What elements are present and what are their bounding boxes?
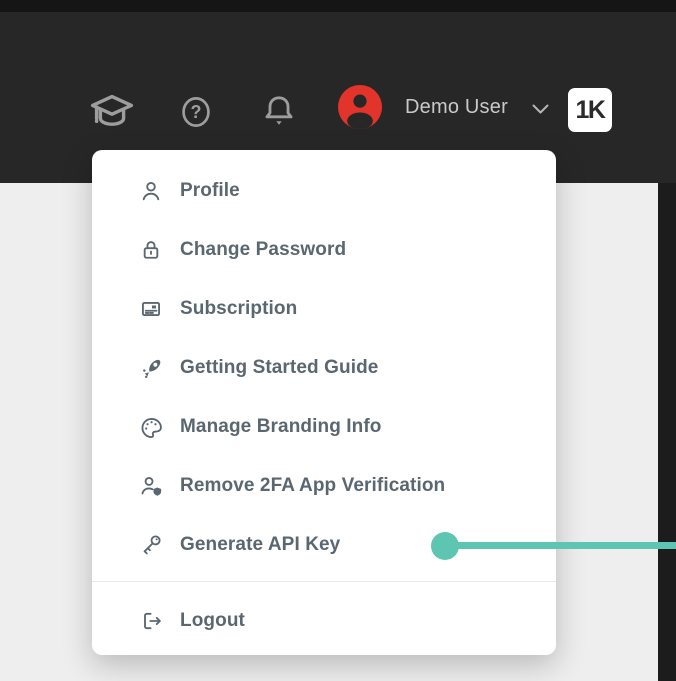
top-edge-strip [0,0,676,12]
menu-item-logout[interactable]: Logout [92,592,556,650]
screen: ? Demo User 1K [0,0,676,681]
palette-icon [138,415,164,439]
avatar-user-icon[interactable] [338,85,382,129]
bell-icon[interactable] [260,91,298,131]
menu-item-manage-branding-info[interactable]: Manage Branding Info [92,397,556,456]
graduation-cap-icon[interactable] [88,90,136,132]
right-edge-strip [658,183,676,681]
lock-icon [138,238,164,262]
user-shield-icon [138,474,164,498]
svg-text:?: ? [191,102,202,122]
menu-item-label: Manage Branding Info [180,416,382,438]
user-icon [138,179,164,203]
annotation-dot [431,532,459,560]
menu-item-getting-started-guide[interactable]: Getting Started Guide [92,338,556,397]
rocket-icon [138,356,164,380]
menu-item-change-password[interactable]: Change Password [92,220,556,279]
menu-divider [92,581,556,582]
menu-item-label: Getting Started Guide [180,357,378,379]
user-menu-trigger[interactable]: Demo User [405,96,508,118]
logout-icon [138,609,164,633]
menu-item-label: Profile [180,180,240,202]
annotation-line [445,542,676,549]
user-menu-footer: Logout [92,592,556,650]
key-icon [138,533,164,557]
menu-item-subscription[interactable]: Subscription [92,279,556,338]
menu-item-remove-2fa-app-verification[interactable]: Remove 2FA App Verification [92,456,556,515]
menu-item-label: Remove 2FA App Verification [180,475,445,497]
chevron-down-icon [532,102,549,120]
help-icon[interactable]: ? [178,93,214,131]
menu-item-label: Generate API Key [180,534,340,556]
credit-card-icon [138,297,164,321]
menu-item-profile[interactable]: Profile [92,161,556,220]
user-dropdown-menu: Profile Change Password Subscription Get… [92,150,556,655]
menu-item-label: Logout [180,610,245,632]
app-logo[interactable]: 1K [568,88,612,132]
menu-item-label: Change Password [180,239,346,261]
menu-item-label: Subscription [180,298,297,320]
user-menu-list: Profile Change Password Subscription Get… [92,161,556,574]
